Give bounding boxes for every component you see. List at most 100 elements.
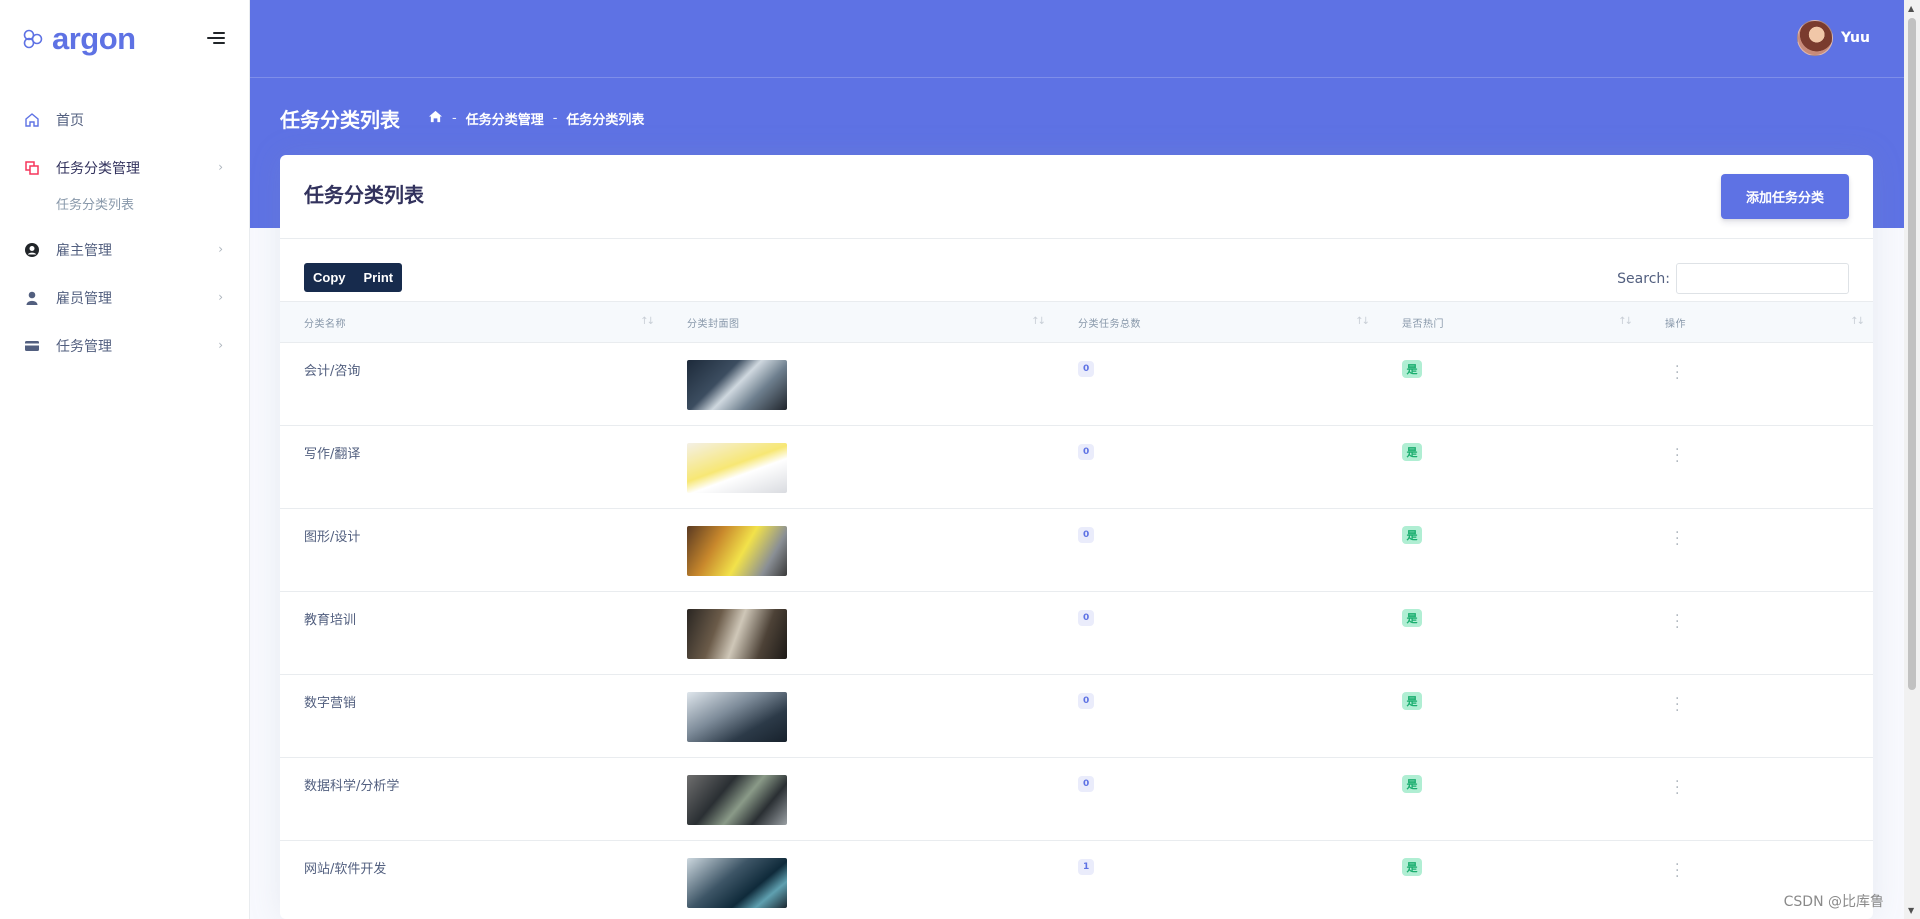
sidebar-toggle-icon[interactable] <box>207 32 225 47</box>
print-button[interactable]: Print <box>355 263 403 292</box>
hot-badge: 是 <box>1402 775 1422 793</box>
sidebar-item-task-category[interactable]: 任务分类管理 › <box>0 144 249 192</box>
cover-image <box>687 858 787 908</box>
cell-task-count: 0 <box>1054 343 1378 426</box>
breadcrumb-item-current: 任务分类列表 <box>566 113 645 128</box>
scroll-down-icon[interactable]: ▼ <box>1908 906 1914 915</box>
copy-icon <box>24 160 40 176</box>
more-actions-icon[interactable]: · · · <box>1675 360 1679 386</box>
copy-button[interactable]: Copy <box>304 263 355 292</box>
column-header-cover[interactable]: 分类封面图 ↑↓ <box>663 302 1054 343</box>
export-button-group: Copy Print <box>304 263 403 292</box>
add-category-button[interactable]: 添加任务分类 <box>1721 174 1849 219</box>
more-actions-icon[interactable]: · · · <box>1675 858 1679 884</box>
category-table: 分类名称 ↑↓ 分类封面图 ↑↓ 分类任务总数 ↑↓ 是否热门 ↑↓ 操作 ↑↓ 会计/咨… <box>280 301 1873 919</box>
scroll-up-icon[interactable]: ▲ <box>1908 4 1914 13</box>
hot-badge: 是 <box>1402 609 1422 627</box>
column-header-name[interactable]: 分类名称 ↑↓ <box>280 302 663 343</box>
cell-task-count: 0 <box>1054 426 1378 509</box>
category-name: 教育培训 <box>304 613 357 628</box>
cell-hot: 是 <box>1378 592 1641 675</box>
cell-hot: 是 <box>1378 841 1641 919</box>
cell-task-count: 0 <box>1054 509 1378 592</box>
cover-image <box>687 526 787 576</box>
cover-image <box>687 692 787 742</box>
sidebar-item-label: 雇员管理 <box>56 291 112 307</box>
task-count-badge: 0 <box>1078 361 1095 377</box>
chevron-right-icon: › <box>218 338 223 352</box>
task-count-badge: 1 <box>1078 859 1095 875</box>
more-actions-icon[interactable]: · · · <box>1675 775 1679 801</box>
cell-cover <box>663 758 1054 841</box>
sort-icon: ↑↓ <box>1355 316 1370 327</box>
username: Yuu <box>1840 30 1870 46</box>
column-header-actions[interactable]: 操作 ↑↓ <box>1641 302 1873 343</box>
cell-hot: 是 <box>1378 675 1641 758</box>
sidebar-item-tasks[interactable]: 任务管理 › <box>0 322 249 370</box>
sort-icon: ↑↓ <box>1618 316 1633 327</box>
more-actions-icon[interactable]: · · · <box>1675 692 1679 718</box>
sidebar-item-label: 任务管理 <box>56 339 112 355</box>
more-actions-icon[interactable]: · · · <box>1675 609 1679 635</box>
cell-category-name: 会计/咨询 <box>280 343 663 426</box>
table-row: 教育培训 0 是 · · · <box>280 592 1873 675</box>
column-header-hot[interactable]: 是否热门 ↑↓ <box>1378 302 1641 343</box>
cover-image <box>687 775 787 825</box>
hot-badge: 是 <box>1402 360 1422 378</box>
user-menu[interactable]: Yuu <box>1796 20 1870 56</box>
card-icon <box>24 338 40 354</box>
category-name: 网站/软件开发 <box>304 862 387 877</box>
home-icon[interactable] <box>428 110 443 127</box>
sort-asc-icon: ↑↓ <box>640 316 655 327</box>
page-header: 任务分类列表 - 任务分类管理 - 任务分类列表 <box>280 104 644 133</box>
brand-logo[interactable]: argon <box>22 21 136 57</box>
cell-actions: · · · <box>1641 343 1873 426</box>
chevron-right-icon: › <box>218 160 223 174</box>
cell-task-count: 0 <box>1054 592 1378 675</box>
cell-cover <box>663 675 1054 758</box>
sidebar-item-label: 首页 <box>56 113 84 129</box>
brand: argon <box>0 0 249 78</box>
cell-category-name: 数据科学/分析学 <box>280 758 663 841</box>
cell-category-name: 图形/设计 <box>280 509 663 592</box>
category-name: 图形/设计 <box>304 530 361 545</box>
more-actions-icon[interactable]: · · · <box>1675 526 1679 552</box>
sidebar-item-home[interactable]: 首页 <box>0 96 249 144</box>
hot-badge: 是 <box>1402 692 1422 710</box>
more-actions-icon[interactable]: · · · <box>1675 443 1679 469</box>
cell-category-name: 数字营销 <box>280 675 663 758</box>
search-label: Search: <box>1617 270 1670 287</box>
cell-cover <box>663 343 1054 426</box>
scrollbar-thumb[interactable] <box>1908 18 1916 690</box>
column-header-task-count[interactable]: 分类任务总数 ↑↓ <box>1054 302 1378 343</box>
cell-category-name: 写作/翻译 <box>280 426 663 509</box>
cell-category-name: 网站/软件开发 <box>280 841 663 919</box>
page-title: 任务分类列表 <box>280 108 400 132</box>
sidebar-item-label: 雇主管理 <box>56 243 112 259</box>
table-row: 网站/软件开发 1 是 · · · <box>280 841 1873 919</box>
breadcrumb-item[interactable]: 任务分类管理 <box>466 109 544 128</box>
topbar: Yuu <box>250 0 1904 78</box>
table-row: 数字营销 0 是 · · · <box>280 675 1873 758</box>
sidebar-item-employer[interactable]: 雇主管理 › <box>0 226 249 274</box>
breadcrumb-separator: - <box>552 111 558 126</box>
hot-badge: 是 <box>1402 858 1422 876</box>
house-icon <box>24 112 40 128</box>
page-scrollbar[interactable]: ▲ ▼ <box>1904 0 1920 919</box>
table-row: 数据科学/分析学 0 是 · · · <box>280 758 1873 841</box>
category-name: 数据科学/分析学 <box>304 779 400 794</box>
search-input[interactable] <box>1676 263 1849 294</box>
watermark: CSDN @比库鲁 <box>1783 894 1884 910</box>
sidebar-item-label: 任务分类管理 <box>56 161 140 177</box>
sidebar-item-employee[interactable]: 雇员管理 › <box>0 274 249 322</box>
table-row: 图形/设计 0 是 · · · <box>280 509 1873 592</box>
task-count-badge: 0 <box>1078 444 1095 460</box>
argon-logo-icon <box>23 29 43 49</box>
cell-cover <box>663 509 1054 592</box>
table-toolbar: Copy Print Search: <box>280 239 1873 301</box>
cell-task-count: 1 <box>1054 841 1378 919</box>
cell-actions: · · · <box>1641 675 1873 758</box>
table-row: 会计/咨询 0 是 · · · <box>280 343 1873 426</box>
breadcrumb-separator: - <box>452 111 457 126</box>
user-icon <box>24 290 40 306</box>
